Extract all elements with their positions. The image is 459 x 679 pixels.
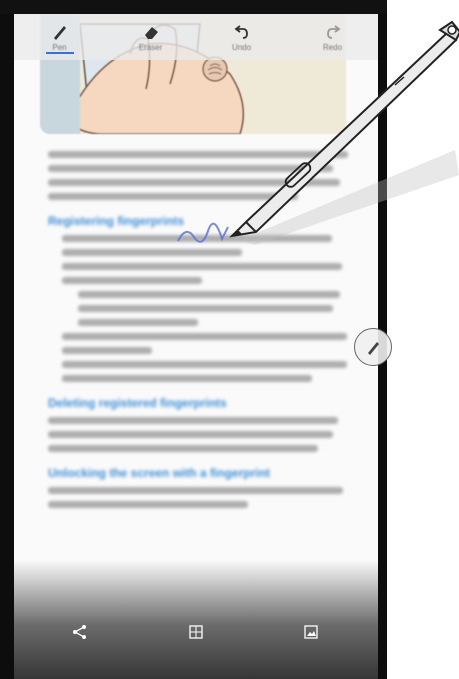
text-line bbox=[48, 193, 298, 200]
text-line bbox=[62, 361, 347, 368]
undo-label: Undo bbox=[231, 42, 252, 52]
text-line bbox=[48, 501, 248, 508]
screen-write-bottom-bar bbox=[14, 618, 378, 650]
phone-frame: Registering fingerprints Deleting regist… bbox=[0, 0, 387, 679]
text-line bbox=[62, 263, 342, 270]
text-line bbox=[62, 277, 202, 284]
share-icon[interactable] bbox=[72, 624, 88, 645]
redo-icon bbox=[326, 24, 340, 39]
pen-icon bbox=[53, 25, 66, 40]
section-heading: Deleting registered fingerprints bbox=[48, 396, 227, 410]
text-line bbox=[48, 417, 338, 424]
phone-top-bezel bbox=[0, 0, 387, 14]
text-line bbox=[48, 151, 348, 158]
text-line bbox=[62, 249, 242, 256]
text-line bbox=[48, 445, 318, 452]
pen-tool-label: Pen bbox=[52, 42, 67, 52]
section-heading: Unlocking the screen with a fingerprint bbox=[48, 466, 271, 480]
pen-stroke bbox=[177, 222, 229, 243]
text-line bbox=[78, 305, 333, 312]
redo-button[interactable]: Redo bbox=[303, 16, 363, 58]
eraser-tool-button[interactable]: Eraser bbox=[121, 16, 181, 58]
crop-icon[interactable] bbox=[189, 624, 203, 644]
text-line bbox=[48, 165, 333, 172]
text-line bbox=[48, 179, 340, 186]
text-line bbox=[78, 319, 198, 326]
eraser-tool-label: Eraser bbox=[138, 42, 163, 52]
text-line bbox=[62, 333, 347, 340]
redo-label: Redo bbox=[322, 42, 343, 52]
pen-icon bbox=[368, 342, 379, 355]
text-line bbox=[62, 375, 312, 382]
air-command-button[interactable] bbox=[354, 328, 392, 366]
undo-icon bbox=[234, 24, 248, 39]
undo-button[interactable]: Undo bbox=[212, 16, 272, 58]
text-line bbox=[62, 347, 152, 354]
pen-tool-button[interactable]: Pen bbox=[30, 16, 90, 58]
eraser-icon bbox=[144, 26, 158, 39]
screen-write-toolbar: Pen Eraser Undo Redo bbox=[14, 14, 378, 60]
document-text: Registering fingerprints Deleting regist… bbox=[28, 144, 368, 515]
text-line bbox=[48, 487, 343, 494]
text-line bbox=[78, 291, 340, 298]
text-line bbox=[48, 431, 333, 438]
image-icon[interactable] bbox=[304, 624, 318, 644]
